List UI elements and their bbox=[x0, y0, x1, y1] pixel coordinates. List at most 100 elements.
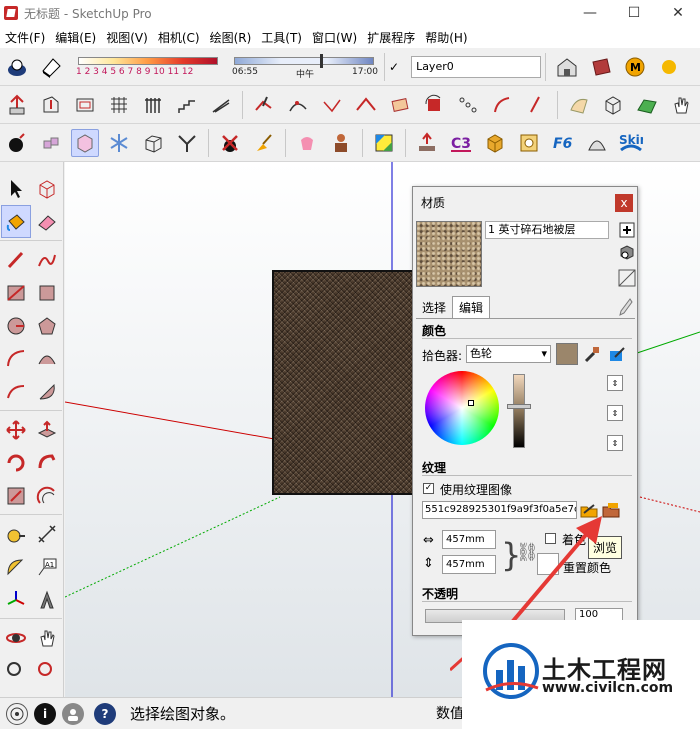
broom-icon[interactable] bbox=[250, 129, 278, 157]
shadow-time-slider[interactable]: 06:55 中午 17:00 bbox=[230, 53, 380, 81]
drop-to-ground-icon[interactable] bbox=[413, 129, 441, 157]
tab-select[interactable]: 选择 bbox=[416, 297, 452, 318]
gold-panel-icon[interactable] bbox=[515, 129, 543, 157]
dimension-icon[interactable] bbox=[32, 517, 62, 550]
menu-view[interactable]: 视图(V) bbox=[101, 29, 153, 46]
orbit-icon[interactable] bbox=[1, 621, 31, 654]
chain-vertex-icon[interactable] bbox=[454, 91, 482, 119]
offset-tool-icon[interactable] bbox=[32, 479, 62, 512]
roof-icon[interactable] bbox=[352, 91, 380, 119]
weld-icon[interactable] bbox=[250, 91, 278, 119]
match-color-screen-icon[interactable] bbox=[609, 345, 627, 363]
component-cube-icon[interactable] bbox=[71, 128, 99, 157]
brightness-knob[interactable] bbox=[507, 404, 531, 409]
match-color-model-icon[interactable] bbox=[583, 345, 601, 363]
add-to-model-icon[interactable] bbox=[618, 243, 636, 261]
spinner-1[interactable]: ⇕ bbox=[607, 375, 623, 391]
arc-tool-icon[interactable] bbox=[488, 91, 516, 119]
user-account-icon[interactable] bbox=[62, 702, 84, 725]
pink-shape-icon[interactable] bbox=[293, 129, 321, 157]
shell-icon[interactable] bbox=[583, 129, 611, 157]
color-picker-select[interactable]: 色轮 bbox=[466, 345, 551, 363]
funnel-icon[interactable] bbox=[173, 129, 201, 157]
eraser-icon[interactable] bbox=[32, 205, 62, 238]
box-component-icon[interactable] bbox=[599, 91, 627, 119]
arc-icon[interactable] bbox=[1, 342, 31, 375]
hand-icon[interactable] bbox=[667, 91, 695, 119]
pushpull-arrow-icon[interactable] bbox=[3, 91, 31, 119]
menu-draw[interactable]: 绘图(R) bbox=[205, 29, 257, 46]
rotate-icon[interactable] bbox=[1, 446, 31, 479]
snowflake-icon[interactable] bbox=[105, 129, 133, 157]
brightness-slider[interactable] bbox=[513, 374, 525, 448]
small-cubes-icon[interactable] bbox=[37, 129, 65, 157]
sample-paint-icon[interactable] bbox=[617, 297, 633, 317]
skin-icon[interactable]: Skin bbox=[617, 129, 645, 157]
spinner-3[interactable]: ⇕ bbox=[607, 435, 623, 451]
cut-face-icon[interactable] bbox=[522, 91, 550, 119]
tape-measure-icon[interactable] bbox=[1, 517, 31, 550]
warehouse-icon[interactable] bbox=[553, 53, 581, 81]
close-button[interactable]: ✕ bbox=[656, 0, 700, 26]
color-wheel-marker[interactable] bbox=[468, 400, 474, 406]
geo-location-icon[interactable] bbox=[6, 702, 28, 725]
color-wheel[interactable] bbox=[425, 371, 499, 445]
default-material-icon[interactable] bbox=[618, 269, 636, 287]
terrain-icon[interactable] bbox=[633, 91, 661, 119]
spinner-2[interactable]: ⇕ bbox=[607, 405, 623, 421]
sun-icon[interactable] bbox=[655, 53, 683, 81]
grid-icon[interactable] bbox=[105, 91, 133, 119]
shadow-date-slider[interactable]: 1 2 3 4 5 6 7 8 9 10 11 12 bbox=[74, 53, 224, 81]
frame-icon[interactable] bbox=[386, 91, 414, 119]
textured-face[interactable] bbox=[272, 270, 422, 495]
curve-vertex-icon[interactable] bbox=[284, 91, 312, 119]
polygon-icon[interactable] bbox=[32, 309, 62, 342]
protractor-icon[interactable] bbox=[1, 550, 31, 583]
zoom-window-icon[interactable] bbox=[32, 654, 62, 687]
maximize-button[interactable]: ☐ bbox=[612, 0, 656, 26]
pan-hand-icon[interactable] bbox=[32, 621, 62, 654]
credits-info-icon[interactable]: i bbox=[34, 702, 56, 725]
c3-icon[interactable]: C3 bbox=[447, 129, 475, 157]
create-material-icon[interactable] bbox=[618, 221, 636, 239]
time-marker[interactable] bbox=[320, 53, 323, 68]
layer-select[interactable]: Layer0 bbox=[411, 55, 542, 78]
fillet-icon[interactable] bbox=[318, 91, 346, 119]
menu-camera[interactable]: 相机(C) bbox=[153, 29, 205, 46]
freehand-icon[interactable] bbox=[32, 243, 62, 276]
scale-icon[interactable] bbox=[1, 479, 31, 512]
select-arrow-icon[interactable] bbox=[1, 172, 31, 205]
rotate-box-icon[interactable] bbox=[420, 91, 448, 119]
extension-warehouse-icon[interactable] bbox=[587, 53, 615, 81]
follow-me-icon[interactable] bbox=[37, 91, 65, 119]
stairs-icon[interactable] bbox=[173, 91, 201, 119]
push-pull-icon[interactable] bbox=[32, 413, 62, 446]
move-icon[interactable] bbox=[1, 413, 31, 446]
shadow-settings-icon[interactable] bbox=[3, 53, 31, 81]
current-color-swatch[interactable] bbox=[556, 343, 578, 365]
help-icon[interactable]: ? bbox=[94, 702, 116, 725]
gold-cube-icon[interactable] bbox=[481, 129, 509, 157]
two-point-arc-icon[interactable] bbox=[32, 342, 62, 375]
wire-cube-icon[interactable] bbox=[139, 129, 167, 157]
fence-icon[interactable] bbox=[139, 91, 167, 119]
axes-icon[interactable] bbox=[1, 583, 31, 616]
menu-window[interactable]: 窗口(W) bbox=[307, 29, 362, 46]
use-texture-checkbox[interactable]: ✓ bbox=[423, 483, 434, 494]
circle-icon[interactable] bbox=[1, 309, 31, 342]
color-square-icon[interactable] bbox=[370, 129, 398, 157]
menu-help[interactable]: 帮助(H) bbox=[420, 29, 472, 46]
minimize-button[interactable]: — bbox=[568, 0, 612, 26]
pencil-line-icon[interactable] bbox=[1, 243, 31, 276]
text-label-icon[interactable]: A1 bbox=[32, 550, 62, 583]
person-icon[interactable] bbox=[327, 129, 355, 157]
menu-edit[interactable]: 编辑(E) bbox=[50, 29, 101, 46]
make-component-icon[interactable] bbox=[32, 172, 62, 205]
paint-bucket-icon[interactable] bbox=[1, 205, 31, 238]
menu-extensions[interactable]: 扩展程序 bbox=[362, 29, 420, 46]
f6-icon[interactable]: F6 bbox=[549, 129, 577, 157]
bomb-icon[interactable] bbox=[3, 129, 31, 157]
rectangle-icon[interactable] bbox=[1, 276, 31, 309]
materials-close-button[interactable]: x bbox=[615, 194, 633, 212]
three-point-arc-icon[interactable] bbox=[1, 375, 31, 408]
